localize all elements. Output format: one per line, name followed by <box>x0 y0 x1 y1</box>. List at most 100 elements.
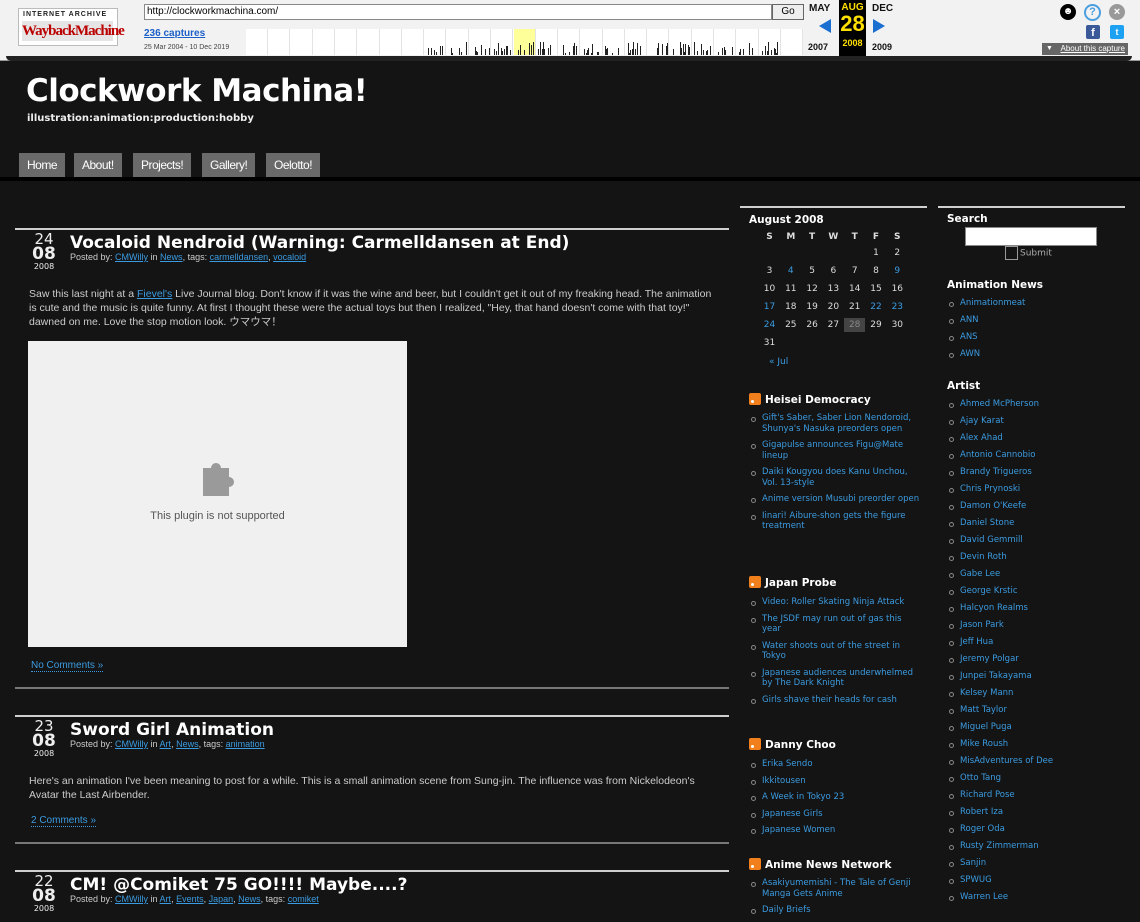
feed-item[interactable]: Anime version Musubi preorder open <box>749 494 921 505</box>
author-link[interactable]: CMWilly <box>115 739 148 749</box>
calendar-day[interactable]: 24 <box>759 318 780 332</box>
feed-item[interactable]: A Week in Tokyo 23 <box>749 792 921 803</box>
feed-item[interactable]: Daiki Kougyou does Kanu Unchou, Vol. 13-… <box>749 467 921 488</box>
feed-item[interactable]: Girls shave their heads for cash <box>749 695 921 706</box>
author-link[interactable]: CMWilly <box>115 252 148 262</box>
feed-title[interactable]: Japan Probe <box>765 577 836 589</box>
sparkline-year[interactable] <box>380 29 402 55</box>
artist-link[interactable]: Antonio Cannobio <box>947 450 1127 467</box>
twitter-icon[interactable]: t <box>1110 25 1124 39</box>
wayback-prev-arrow-icon[interactable] <box>819 19 831 33</box>
comments-link[interactable]: No Comments » <box>31 660 104 672</box>
artist-link[interactable]: Sanjin <box>947 858 1127 875</box>
wayback-go-button[interactable]: Go <box>772 4 804 20</box>
facebook-icon[interactable]: f <box>1086 25 1100 39</box>
link-item[interactable]: AWN <box>947 349 1127 366</box>
author-link[interactable]: CMWilly <box>115 894 148 904</box>
feed-item[interactable]: Daily Briefs <box>749 905 921 916</box>
artist-link[interactable]: Warren Lee <box>947 892 1127 909</box>
artist-link[interactable]: Miguel Puga <box>947 722 1127 739</box>
artist-link[interactable]: Brandy Trigueros <box>947 467 1127 484</box>
category-link[interactable]: Art <box>160 894 172 904</box>
search-submit-button[interactable]: Submit <box>1005 246 1057 260</box>
comments-link[interactable]: 2 Comments » <box>31 815 97 827</box>
wayback-next-year[interactable]: 2009 <box>872 42 892 52</box>
artist-link[interactable]: Ahmed McPherson <box>947 399 1127 416</box>
calendar-day[interactable]: 22 <box>866 300 887 314</box>
wayback-url-input[interactable]: http://clockworkmachina.com/ <box>144 4 772 20</box>
post-title[interactable]: Vocaloid Nendroid (Warning: Carmelldanse… <box>70 233 569 253</box>
calendar-prev-link[interactable]: « Jul <box>769 357 788 367</box>
link-item[interactable]: ANN <box>947 315 1127 332</box>
feed-item[interactable]: Iinari! Aibure-shon gets the figure trea… <box>749 511 921 532</box>
category-link[interactable]: News <box>160 252 183 262</box>
artist-link[interactable]: Jeff Hua <box>947 637 1127 654</box>
body-link[interactable]: Fievel's <box>137 288 172 300</box>
sparkline-year[interactable] <box>358 29 380 55</box>
feed-item[interactable]: Gift's Saber, Saber Lion Nendoroid, Shun… <box>749 413 921 434</box>
artist-link[interactable]: Chris Prynoski <box>947 484 1127 501</box>
artist-link[interactable]: Junpei Takayama <box>947 671 1127 688</box>
search-input[interactable] <box>965 227 1097 246</box>
artist-link[interactable]: Halcyon Realms <box>947 603 1127 620</box>
calendar-day[interactable]: 23 <box>887 300 908 314</box>
artist-link[interactable]: Otto Tang <box>947 773 1127 790</box>
nav-oelotto[interactable]: Oelotto! <box>266 153 321 177</box>
tag-link[interactable]: vocaloid <box>273 252 306 262</box>
link-item[interactable]: Animationmeat <box>947 298 1127 315</box>
artist-link[interactable]: Gabe Lee <box>947 569 1127 586</box>
artist-link[interactable]: David Gemmill <box>947 535 1127 552</box>
category-link[interactable]: News <box>238 894 261 904</box>
feed-title[interactable]: Danny Choo <box>765 739 836 751</box>
artist-link[interactable]: Rusty Zimmerman <box>947 841 1127 858</box>
artist-link[interactable]: George Krstic <box>947 586 1127 603</box>
feed-item[interactable]: Video: Roller Skating Ninja Attack <box>749 597 921 608</box>
feed-item[interactable]: Gigapulse announces Figu@Mate lineup <box>749 440 921 461</box>
nav-gallery[interactable]: Gallery! <box>202 153 256 177</box>
feed-item[interactable]: The JSDF may run out of gas this year <box>749 614 921 635</box>
category-link[interactable]: Japan <box>209 894 234 904</box>
wayback-prev-month[interactable]: MAY <box>809 3 830 14</box>
artist-link[interactable]: Robert Iza <box>947 807 1127 824</box>
sparkline-year[interactable] <box>335 29 358 55</box>
sparkline-year[interactable] <box>402 29 425 55</box>
feed-item[interactable]: Japanese Women <box>749 825 921 836</box>
rss-icon[interactable] <box>749 738 761 750</box>
artist-link[interactable]: Ajay Karat <box>947 416 1127 433</box>
sparkline-year[interactable] <box>313 29 335 55</box>
link-item[interactable]: ANS <box>947 332 1127 349</box>
artist-link[interactable]: Kelsey Mann <box>947 688 1127 705</box>
about-capture-button[interactable]: ▼ About this capture <box>1042 43 1128 55</box>
wayback-logo[interactable]: INTERNET ARCHIVE WaybackMachine <box>18 8 125 46</box>
artist-link[interactable]: Roger Oda <box>947 824 1127 841</box>
user-icon[interactable]: ☻ <box>1060 4 1076 20</box>
feed-item[interactable]: Erika Sendo <box>749 759 921 770</box>
artist-link[interactable]: Alex Ahad <box>947 433 1127 450</box>
artist-link[interactable]: Richard Pose <box>947 790 1127 807</box>
category-link[interactable]: News <box>176 739 199 749</box>
feed-item[interactable]: Japanese audiences underwhelmed by The D… <box>749 668 921 689</box>
artist-link[interactable]: Jason Park <box>947 620 1127 637</box>
calendar-day[interactable]: 17 <box>759 300 780 314</box>
category-link[interactable]: Art <box>160 739 172 749</box>
wayback-prev-year[interactable]: 2007 <box>808 42 828 52</box>
wayback-sparkline[interactable] <box>246 29 804 55</box>
sparkline-year[interactable] <box>291 29 313 55</box>
calendar-day[interactable]: 4 <box>780 264 801 278</box>
artist-link[interactable]: SPWUG <box>947 875 1127 892</box>
rss-icon[interactable] <box>749 576 761 588</box>
wayback-next-month[interactable]: DEC <box>872 3 893 14</box>
artist-link[interactable]: Devin Roth <box>947 552 1127 569</box>
sparkline-year[interactable] <box>268 29 291 55</box>
artist-link[interactable]: Jeremy Polgar <box>947 654 1127 671</box>
tag-link[interactable]: comiket <box>288 894 319 904</box>
calendar-day[interactable]: 9 <box>887 264 908 278</box>
artist-link[interactable]: Matt Taylor <box>947 705 1127 722</box>
sparkline-year[interactable] <box>246 29 268 55</box>
feed-title[interactable]: Heisei Democracy <box>765 394 871 406</box>
plugin-placeholder[interactable]: This plugin is not supported <box>28 341 407 647</box>
nav-about[interactable]: About! <box>74 153 122 177</box>
wayback-next-arrow-icon[interactable] <box>873 19 885 33</box>
rss-icon[interactable] <box>749 393 761 405</box>
artist-link[interactable]: Daniel Stone <box>947 518 1127 535</box>
